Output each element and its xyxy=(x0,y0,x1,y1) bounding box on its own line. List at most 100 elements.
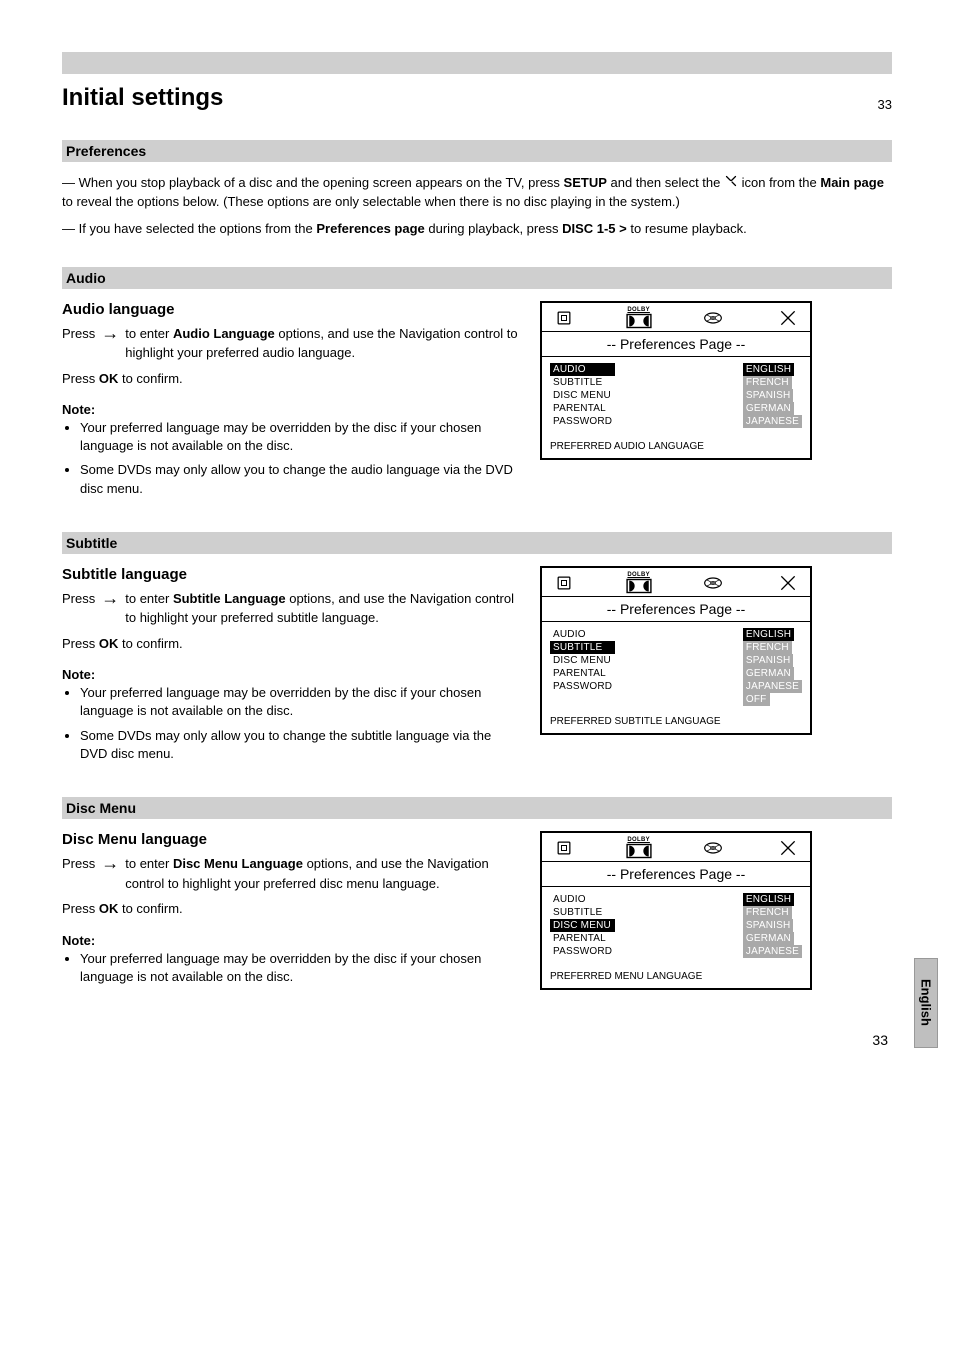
instruction-line: Press OK to confirm. xyxy=(62,369,522,389)
osd-option: SPANISH xyxy=(743,654,794,667)
instruction-line: Press → to enter Disc Menu Language opti… xyxy=(62,854,522,893)
osd-menu-item: PASSWORD xyxy=(550,415,615,428)
osd-panel-subtitle: DOLBY -- Preferences Page -- AUDIO SUBTI… xyxy=(540,566,812,735)
subheading-subtitle-language: Subtitle language xyxy=(62,566,522,583)
note-label: Note: xyxy=(62,402,522,417)
osd-option: ENGLISH xyxy=(743,893,794,906)
instruction-line: Press → to enter Audio Language options,… xyxy=(62,324,522,363)
section-heading-label: Subtitle xyxy=(66,535,117,551)
note-item: Your preferred language may be overridde… xyxy=(80,684,522,720)
section-heading-label: Preferences xyxy=(66,143,146,159)
section-heading-audio: Audio xyxy=(62,267,892,289)
osd-menu-item: PASSWORD xyxy=(550,680,615,693)
osd-footer: PREFERRED AUDIO LANGUAGE xyxy=(542,435,810,458)
osd-menu-item: PARENTAL xyxy=(550,932,615,945)
tools-icon xyxy=(774,837,802,859)
section-heading-label: Audio xyxy=(66,270,106,286)
section-heading-label: Disc Menu xyxy=(66,800,136,816)
note-item: Some DVDs may only allow you to change t… xyxy=(80,727,522,763)
osd-menu-column: AUDIO SUBTITLE DISC MENU PARENTAL PASSWO… xyxy=(550,628,615,706)
osd-icon-row: DOLBY xyxy=(542,303,810,332)
right-arrow-icon: → xyxy=(101,324,119,342)
subheading-audio-language: Audio language xyxy=(62,301,522,318)
top-gray-bar xyxy=(62,52,892,74)
osd-footer: PREFERRED SUBTITLE LANGUAGE xyxy=(542,710,810,733)
right-arrow-icon: → xyxy=(101,854,119,872)
osd-option: JAPANESE xyxy=(743,680,802,693)
osd-menu-item: PARENTAL xyxy=(550,667,615,680)
osd-title: -- Preferences Page -- xyxy=(542,332,810,357)
note-label: Note: xyxy=(62,933,522,948)
disc-icon xyxy=(699,837,727,859)
note-item: Some DVDs may only allow you to change t… xyxy=(80,461,522,497)
osd-option: OFF xyxy=(743,693,770,706)
osd-options-column: ENGLISH FRENCH SPANISH GERMAN JAPANESE O… xyxy=(743,628,802,706)
osd-option: ENGLISH xyxy=(743,363,794,376)
right-arrow-icon: → xyxy=(101,589,119,607)
instruction-line: Press OK to confirm. xyxy=(62,899,522,919)
osd-icon-row: DOLBY xyxy=(542,833,810,862)
osd-menu-item: SUBTITLE xyxy=(550,641,615,654)
osd-option: SPANISH xyxy=(743,389,794,402)
disc-icon xyxy=(699,572,727,594)
osd-menu-item: DISC MENU xyxy=(550,654,615,667)
osd-option: ENGLISH xyxy=(743,628,794,641)
osd-option: SPANISH xyxy=(743,919,794,932)
section-heading-subtitle: Subtitle xyxy=(62,532,892,554)
osd-option: FRENCH xyxy=(743,906,792,919)
notes-list: Your preferred language may be overridde… xyxy=(62,419,522,498)
dolby-icon: DOLBY xyxy=(625,572,653,594)
osd-menu-item: DISC MENU xyxy=(550,919,615,932)
osd-option: JAPANESE xyxy=(743,415,802,428)
osd-option: GERMAN xyxy=(743,402,794,415)
osd-options-column: ENGLISH FRENCH SPANISH GERMAN JAPANESE xyxy=(743,893,802,961)
osd-menu-item: SUBTITLE xyxy=(550,906,615,919)
osd-panel-discmenu: DOLBY -- Preferences Page -- AUDIO SUBTI… xyxy=(540,831,812,990)
osd-menu-item: PARENTAL xyxy=(550,402,615,415)
note-item: Your preferred language may be overridde… xyxy=(80,419,522,455)
osd-option: GERMAN xyxy=(743,932,794,945)
osd-menu-item: PASSWORD xyxy=(550,945,615,958)
osd-option: JAPANESE xyxy=(743,945,802,958)
page-title: Initial settings xyxy=(62,84,223,112)
osd-menu-item: DISC MENU xyxy=(550,389,615,402)
osd-option: FRENCH xyxy=(743,376,792,389)
note-item: Your preferred language may be overridde… xyxy=(80,950,522,986)
dolby-icon: DOLBY xyxy=(625,837,653,859)
subheading-disc-menu-language: Disc Menu language xyxy=(62,831,522,848)
preferences-intro-2: — If you have selected the options from … xyxy=(62,220,892,239)
tools-icon xyxy=(774,572,802,594)
tool-icon xyxy=(724,175,742,190)
language-side-tab: English xyxy=(914,958,938,1048)
gear-icon xyxy=(550,572,578,594)
osd-menu-column: AUDIO SUBTITLE DISC MENU PARENTAL PASSWO… xyxy=(550,363,615,431)
instruction-line: Press OK to confirm. xyxy=(62,634,522,654)
disc-icon xyxy=(699,307,727,329)
gear-icon xyxy=(550,307,578,329)
osd-option: GERMAN xyxy=(743,667,794,680)
osd-menu-column: AUDIO SUBTITLE DISC MENU PARENTAL PASSWO… xyxy=(550,893,615,961)
osd-options-column: ENGLISH FRENCH SPANISH GERMAN JAPANESE xyxy=(743,363,802,431)
osd-menu-item: AUDIO xyxy=(550,628,615,641)
page-number-top: 33 xyxy=(878,97,892,112)
dolby-icon: DOLBY xyxy=(625,307,653,329)
osd-title: -- Preferences Page -- xyxy=(542,862,810,887)
osd-menu-item: AUDIO xyxy=(550,363,615,376)
section-heading-preferences: Preferences xyxy=(62,140,892,162)
osd-footer: PREFERRED MENU LANGUAGE xyxy=(542,965,810,988)
preferences-intro-1: — When you stop playback of a disc and t… xyxy=(62,174,892,212)
note-label: Note: xyxy=(62,667,522,682)
tools-icon xyxy=(774,307,802,329)
osd-menu-item: SUBTITLE xyxy=(550,376,615,389)
notes-list: Your preferred language may be overridde… xyxy=(62,950,522,986)
page-number-bottom: 33 xyxy=(62,1032,892,1048)
notes-list: Your preferred language may be overridde… xyxy=(62,684,522,763)
section-heading-discmenu: Disc Menu xyxy=(62,797,892,819)
gear-icon xyxy=(550,837,578,859)
osd-panel-audio: DOLBY -- Preferences Page -- AUDIO SUBTI… xyxy=(540,301,812,460)
osd-icon-row: DOLBY xyxy=(542,568,810,597)
osd-menu-item: AUDIO xyxy=(550,893,615,906)
osd-option: FRENCH xyxy=(743,641,792,654)
osd-title: -- Preferences Page -- xyxy=(542,597,810,622)
instruction-line: Press → to enter Subtitle Language optio… xyxy=(62,589,522,628)
